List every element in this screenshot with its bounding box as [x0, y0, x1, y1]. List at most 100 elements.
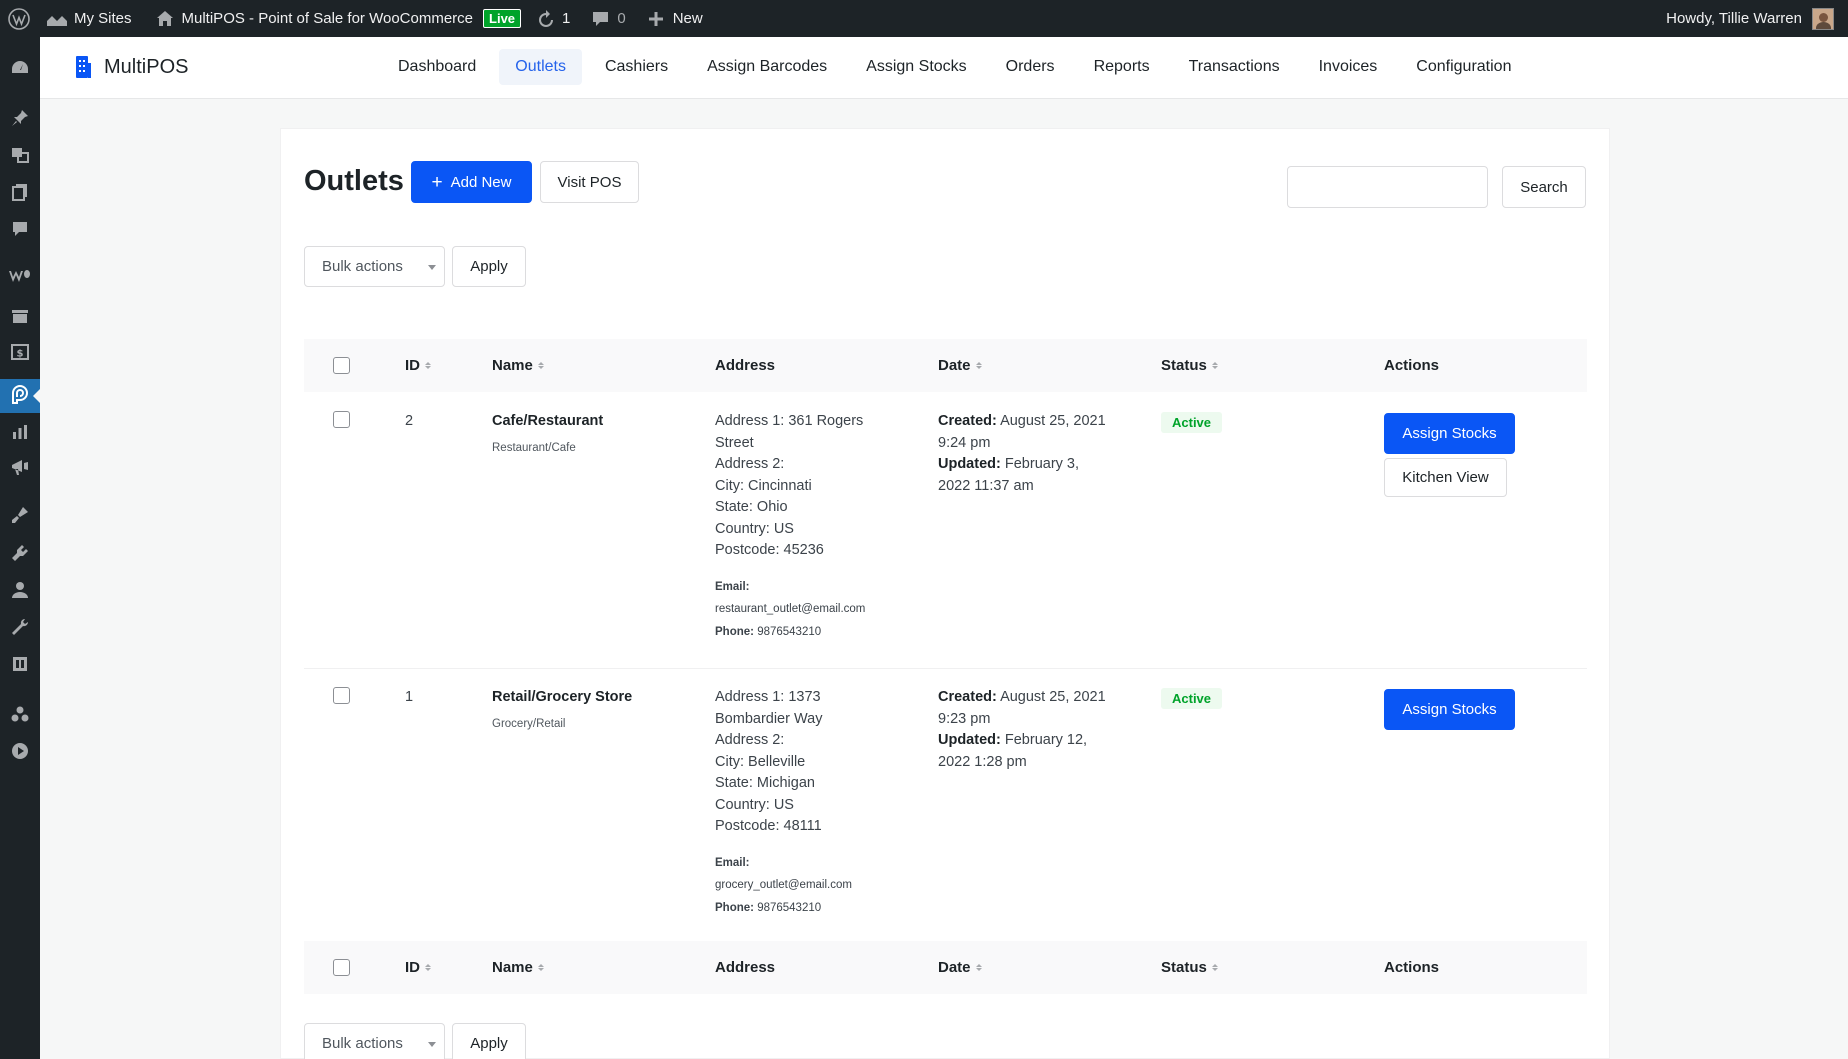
pin-icon[interactable] — [0, 101, 40, 135]
column-actions-label: Actions — [1384, 357, 1440, 374]
column-date[interactable]: Date — [938, 959, 982, 976]
column-status-label: Status — [1161, 959, 1207, 976]
sort-icon — [537, 961, 544, 974]
outlet-name[interactable]: Retail/Grocery Store — [492, 687, 692, 709]
media-icon[interactable] — [0, 138, 40, 172]
phone-label: Phone: — [715, 625, 754, 638]
outlets-card: Outlets + Add New Visit POS Search Bulk … — [280, 128, 1610, 1059]
column-date[interactable]: Date — [938, 357, 982, 374]
column-address-label: Address — [715, 357, 776, 374]
analytics-icon[interactable] — [0, 415, 40, 449]
created-date: August 25, 2021 — [1000, 689, 1106, 705]
column-id[interactable]: ID — [405, 959, 431, 976]
search-button[interactable]: Search — [1502, 166, 1586, 208]
avatar — [1812, 7, 1834, 30]
search-input[interactable] — [1287, 166, 1488, 208]
my-sites-menu[interactable]: My Sites — [38, 0, 140, 37]
chevron-down-icon — [428, 265, 436, 274]
select-all-checkbox[interactable] — [333, 959, 350, 976]
nav-assign-stocks[interactable]: Assign Stocks — [850, 49, 982, 85]
chevron-down-icon — [428, 1042, 436, 1051]
users-icon[interactable] — [0, 573, 40, 607]
site-name-menu[interactable]: MultiPOS - Point of Sale for WooCommerce… — [148, 0, 530, 37]
howdy-user: Howdy, Tillie Warren — [1666, 10, 1802, 27]
assign-stocks-button[interactable]: Assign Stocks — [1384, 413, 1515, 454]
created-time: 9:23 pm — [938, 710, 991, 727]
bulk-actions-select-top[interactable]: Bulk actions — [304, 246, 445, 287]
sort-icon — [425, 359, 431, 372]
nav-cashiers[interactable]: Cashiers — [589, 49, 684, 85]
sort-icon — [537, 359, 544, 372]
row-date-cell: Created: August 25, 2021 9:23 pm Updated… — [938, 687, 1138, 773]
address-line: Street — [715, 434, 754, 451]
extensions-icon[interactable] — [0, 697, 40, 731]
brand[interactable]: MultiPOS — [74, 55, 188, 79]
plus-icon: + — [431, 171, 443, 193]
plus-icon — [648, 11, 663, 26]
updated-date: February 3, — [1004, 456, 1080, 472]
assign-stocks-button[interactable]: Assign Stocks — [1384, 689, 1515, 730]
sort-icon — [1211, 359, 1218, 372]
woocommerce-icon[interactable] — [0, 259, 40, 293]
bulk-actions-select-bottom[interactable]: Bulk actions — [304, 1023, 445, 1059]
play-icon[interactable] — [0, 734, 40, 768]
plugin-header: MultiPOS Dashboard Outlets Cashiers Assi… — [40, 37, 1848, 99]
account-menu[interactable]: Howdy, Tillie Warren — [1658, 0, 1848, 37]
apply-button-top[interactable]: Apply — [452, 246, 526, 287]
main-nav: Dashboard Outlets Cashiers Assign Barcod… — [382, 49, 1534, 85]
email-value: grocery_outlet@email.com — [715, 879, 852, 891]
multipos-logo-icon — [76, 56, 91, 78]
column-name[interactable]: Name — [492, 959, 544, 976]
select-all-checkbox[interactable] — [333, 357, 350, 374]
row-checkbox[interactable] — [333, 411, 350, 428]
nav-transactions[interactable]: Transactions — [1173, 49, 1296, 85]
live-badge: Live — [483, 9, 522, 28]
column-status[interactable]: Status — [1161, 959, 1218, 976]
updates-menu[interactable]: 1 — [529, 0, 578, 37]
appearance-icon[interactable] — [0, 498, 40, 532]
new-content-menu[interactable]: New — [640, 0, 711, 37]
row-divider — [304, 668, 1587, 669]
nav-configuration[interactable]: Configuration — [1400, 49, 1527, 85]
admin-bar: My Sites MultiPOS - Point of Sale for Wo… — [0, 0, 1848, 37]
outlet-type: Grocery/Retail — [492, 717, 566, 730]
add-new-button[interactable]: + Add New — [411, 161, 532, 203]
comments-menu[interactable]: 0 — [584, 0, 633, 37]
row-checkbox[interactable] — [333, 687, 350, 704]
products-icon[interactable] — [0, 299, 40, 333]
address-line: Address 2: — [715, 456, 785, 472]
marketing-icon[interactable] — [0, 450, 40, 484]
column-name-label: Name — [492, 357, 533, 374]
visit-pos-button[interactable]: Visit POS — [540, 161, 639, 203]
created-time: 9:24 pm — [938, 434, 991, 451]
nav-dashboard[interactable]: Dashboard — [382, 49, 492, 85]
apply-button-bottom[interactable]: Apply — [452, 1023, 526, 1059]
pages-icon[interactable] — [0, 175, 40, 209]
column-name[interactable]: Name — [492, 357, 544, 374]
payments-icon[interactable]: $ — [0, 335, 40, 369]
column-address: Address — [715, 357, 775, 374]
column-name-label: Name — [492, 959, 533, 976]
nav-outlets[interactable]: Outlets — [499, 49, 582, 85]
comments-icon[interactable] — [0, 212, 40, 246]
address-line: Postcode: 48111 — [715, 818, 822, 834]
phone-label: Phone: — [715, 901, 754, 914]
outlet-name[interactable]: Cafe/Restaurant — [492, 411, 692, 433]
plugins-icon[interactable] — [0, 536, 40, 570]
kitchen-view-button[interactable]: Kitchen View — [1384, 458, 1507, 497]
column-status[interactable]: Status — [1161, 357, 1218, 374]
wordpress-logo-icon[interactable] — [0, 0, 38, 37]
nav-assign-barcodes[interactable]: Assign Barcodes — [691, 49, 843, 85]
column-id[interactable]: ID — [405, 357, 431, 374]
nav-orders[interactable]: Orders — [990, 49, 1071, 85]
nav-reports[interactable]: Reports — [1078, 49, 1166, 85]
dashboard-icon[interactable] — [0, 51, 40, 85]
multipos-icon[interactable] — [0, 379, 40, 413]
settings-icon[interactable] — [0, 647, 40, 681]
nav-invoices[interactable]: Invoices — [1303, 49, 1394, 85]
updated-time: 2022 1:28 pm — [938, 753, 1027, 770]
tools-icon[interactable] — [0, 610, 40, 644]
column-actions-label: Actions — [1384, 959, 1440, 976]
svg-text:$: $ — [17, 349, 24, 360]
address-line: Address 2: — [715, 732, 785, 748]
